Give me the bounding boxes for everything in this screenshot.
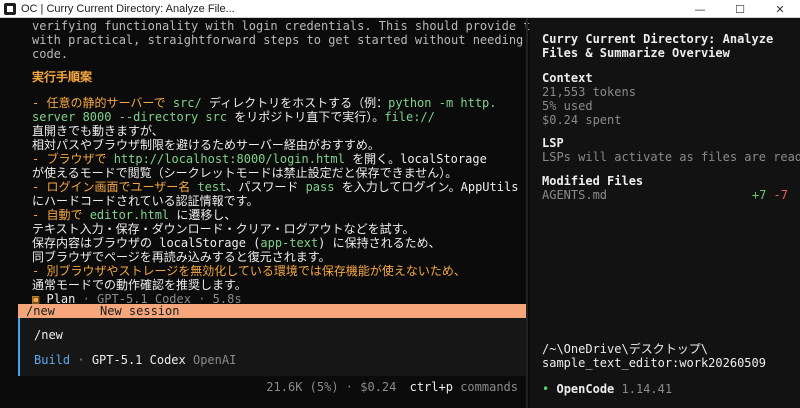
session-sidebar: Curry Current Directory: Analyze Files &… (530, 18, 800, 408)
autocomplete-command: /new (26, 304, 55, 318)
step-5-line-1: - 別ブラウザやストレージを無効化している環境では保存機能が使えないため、 (32, 264, 466, 278)
provider-name: OpenAI (192, 353, 237, 367)
close-button[interactable]: ✕ (760, 0, 800, 18)
bullet-text: - ログイン画面でユーザー名 (32, 180, 198, 194)
step-1-line-4: 相対パスやブラウザ制限を避けるためサーバー経由がおすすめ。 (32, 138, 380, 152)
agent-model-line: Build · GPT-5.1 Codex OpenAI (34, 353, 236, 367)
shortcut-label: commands (460, 380, 518, 394)
autocomplete-item-new[interactable]: /new New session (18, 304, 526, 318)
lsp-heading: LSP (542, 136, 564, 150)
code-app-text: app-text (260, 236, 319, 250)
step-4-line-1: - 自動で editor.html に遷移し、 (32, 208, 236, 223)
step-2-line-2: が使えるモードで閲覧（シークレットモードは禁止設定だと保存できません）。 (32, 166, 458, 180)
step-5-line-2: 通常モードでの動作確認を推奨します。 (32, 278, 247, 292)
code-user: test (197, 180, 227, 194)
maximize-button[interactable]: ☐ (720, 0, 760, 18)
workspace-path-line-2: sample_text_editor:work20260509 (542, 356, 766, 370)
prompt-input-value[interactable]: /new (34, 328, 63, 342)
section-heading: 実行手順案 (32, 70, 93, 84)
panel-divider (526, 18, 528, 408)
cost: $0.24 (360, 380, 397, 394)
step-text: 、パスワード (226, 180, 306, 194)
agent-name[interactable]: Build (34, 353, 70, 367)
intro-line-2: with practical, straightforward steps to… (32, 33, 582, 47)
modified-file-diff: +7 -7 (752, 188, 788, 202)
step-4-line-4: 同ブラウザでページを再読み込みすると復元されます。 (32, 250, 331, 264)
context-tokens: 21,553 tokens (542, 85, 636, 99)
step-text: をリポジトリ直下で実行）。 (227, 110, 385, 124)
lsp-message: LSPs will activate as files are read (542, 150, 800, 164)
minimize-button[interactable]: — (680, 0, 720, 18)
step-3-line-2: にハードコードされている認証情報です。 (32, 194, 259, 208)
step-text: 保存内容はブラウザの localStorage ( (32, 236, 261, 250)
step-text: を開く。localStorage (344, 152, 487, 166)
intro-line-3: code. (32, 47, 69, 61)
transcript-panel: verifying functionality with login crede… (18, 18, 581, 408)
bullet-text: - 任意の静的サーバーで (32, 96, 173, 110)
context-heading: Context (542, 71, 593, 85)
step-text: ) に保持されるため、 (318, 236, 441, 250)
token-usage: 21.6K (5%) (266, 380, 339, 394)
bullet-text: - 自動で (32, 208, 90, 222)
modified-file-name[interactable]: AGENTS.md (542, 188, 607, 202)
intro-line-1: verifying functionality with login crede… (32, 19, 582, 33)
code-url: http://localhost:8000/login.html (113, 152, 345, 166)
code-src: src/ (172, 96, 202, 110)
app-name: OpenCode (556, 382, 615, 396)
window-controls: — ☐ ✕ (680, 0, 800, 18)
autocomplete-description: New session (100, 304, 180, 318)
step-3-line-1: - ログイン画面でユーザー名 test、パスワード pass を入力してログイン… (32, 180, 518, 195)
code-editor-html: editor.html (89, 208, 170, 222)
diff-removed: -7 (773, 188, 788, 202)
context-spent: $0.24 spent (542, 113, 622, 127)
window-title: OC | Curry Current Directory: Analyze Fi… (21, 2, 235, 15)
code-python: python -m http. (388, 96, 497, 110)
separator: · (77, 353, 85, 367)
model-name[interactable]: GPT-5.1 Codex (92, 353, 186, 367)
app-version: 1.14.41 (621, 382, 673, 396)
prompt-input[interactable]: /new Build · GPT-5.1 Codex OpenAI (18, 318, 526, 376)
code-pass: pass (305, 180, 335, 194)
code-server: server 8000 --directory src (32, 110, 228, 124)
session-title-line-1: Curry Current Directory: Analyze (542, 32, 774, 46)
status-dot-icon: • (542, 382, 550, 396)
status-line: 21.6K (5%) · $0.24 ctrl+p commands (266, 380, 518, 394)
diff-added: +7 (751, 188, 767, 202)
workspace-path-line-1: /~\OneDrive\デスクトップ\ (542, 342, 708, 356)
step-text: を入力してログイン。AppUtils (334, 180, 519, 194)
app-version-line: • OpenCode 1.14.41 (542, 382, 672, 396)
separator: · (345, 380, 354, 394)
step-4-line-3: 保存内容はブラウザの localStorage (app-text) に保持され… (32, 236, 441, 251)
step-text: に遷移し、 (169, 208, 237, 222)
code-file-scheme: file:// (384, 110, 435, 124)
step-1-line-1: - 任意の静的サーバーで src/ ディレクトリをホストする（例：python … (32, 96, 497, 111)
modified-files-heading: Modified Files (542, 174, 644, 188)
step-1-line-3: 直開きでも動きますが、 (32, 124, 164, 138)
step-4-line-2: テキスト入力・保存・ダウンロード・クリア・ログアウトなどを試す。 (32, 222, 415, 236)
session-title-line-2: Files & Summarize Overview (542, 46, 730, 60)
bullet-text: - ブラウザで (32, 152, 114, 166)
app-icon (4, 2, 16, 15)
context-used: 5% used (542, 99, 593, 113)
step-text: ディレクトリをホストする（例： (201, 96, 389, 110)
step-2-line-1: - ブラウザで http://localhost:8000/login.html… (32, 152, 487, 167)
window-title-bar: OC | Curry Current Directory: Analyze Fi… (0, 0, 800, 18)
shortcut-key[interactable]: ctrl+p (410, 380, 453, 394)
step-1-line-2: server 8000 --directory src をリポジトリ直下で実行）… (32, 110, 435, 125)
